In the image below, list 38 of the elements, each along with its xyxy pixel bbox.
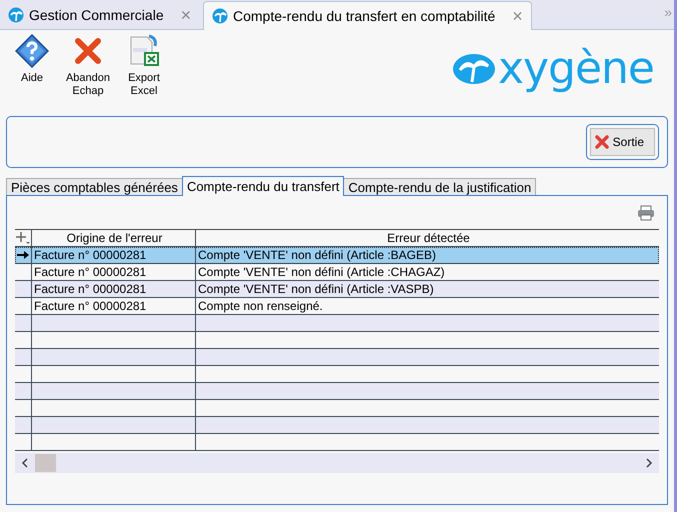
window-tab[interactable]: Compte-rendu du transfert en comptabilité ×	[203, 1, 532, 30]
palm-logo-icon	[212, 8, 228, 24]
toolbar-button[interactable]: Export Excel	[118, 34, 170, 98]
toolbar-button[interactable]: Abandon Echap	[62, 34, 114, 98]
add-column-icon[interactable]	[16, 232, 30, 244]
cross-icon	[594, 135, 609, 149]
tab[interactable]: Compte-rendu de la justification	[343, 178, 536, 195]
tab-label: Gestion Commerciale	[29, 7, 164, 23]
tab[interactable]: Compte-rendu du transfert	[182, 176, 344, 196]
column-header[interactable]: Erreur détectée	[196, 230, 659, 246]
tab[interactable]: Pièces comptables générées	[6, 178, 183, 195]
table-row[interactable]: Facture n° 00000281 Compte 'VENTE' non défini (Article :CHAGAZ)	[15, 264, 659, 281]
table-row[interactable]: Facture n° 00000281 Compte 'VENTE' non défini (Article :BAGEB)	[15, 247, 659, 264]
window-tab[interactable]: Gestion Commerciale ×	[0, 1, 203, 29]
row-pointer-icon	[17, 250, 29, 260]
table-cell-text: Compte 'VENTE' non défini (Article :VASPB)	[197, 281, 435, 297]
tab-label: Compte-rendu du transfert en comptabilité	[233, 8, 496, 24]
scroll-right-icon[interactable]	[645, 458, 653, 468]
toolbar-button[interactable]: Aide	[6, 34, 58, 85]
palm-logo-icon	[452, 52, 496, 86]
brand-logo: xygène	[498, 42, 654, 96]
table-cell-text: Compte 'VENTE' non défini (Article :CHAGAZ)	[197, 264, 446, 280]
table-row[interactable]: Facture n° 00000281 Compte 'VENTE' non défini (Article :VASPB)	[15, 281, 659, 298]
column-header[interactable]: Origine de l'erreur	[32, 230, 196, 246]
table-row[interactable]: Facture n° 00000281 Compte non renseigné.	[15, 298, 659, 315]
table-cell: Facture n° 00000281	[32, 281, 196, 297]
table-cell-text: Compte 'VENTE' non défini (Article :BAGEB)	[197, 247, 438, 263]
help-icon	[15, 34, 49, 68]
table-cell: Facture n° 00000281	[32, 298, 196, 314]
printer-icon[interactable]	[637, 204, 655, 220]
exit-button[interactable]: Sortie	[590, 128, 655, 156]
palm-logo-icon	[8, 7, 24, 23]
table-cell: Facture n° 00000281	[32, 264, 196, 280]
table-cell: Facture n° 00000281	[32, 247, 196, 263]
horizontal-scrollbar[interactable]	[15, 453, 659, 473]
scroll-left-icon[interactable]	[21, 458, 29, 468]
scroll-thumb[interactable]	[35, 454, 56, 472]
table-cell-text: Compte non renseigné.	[197, 298, 324, 314]
